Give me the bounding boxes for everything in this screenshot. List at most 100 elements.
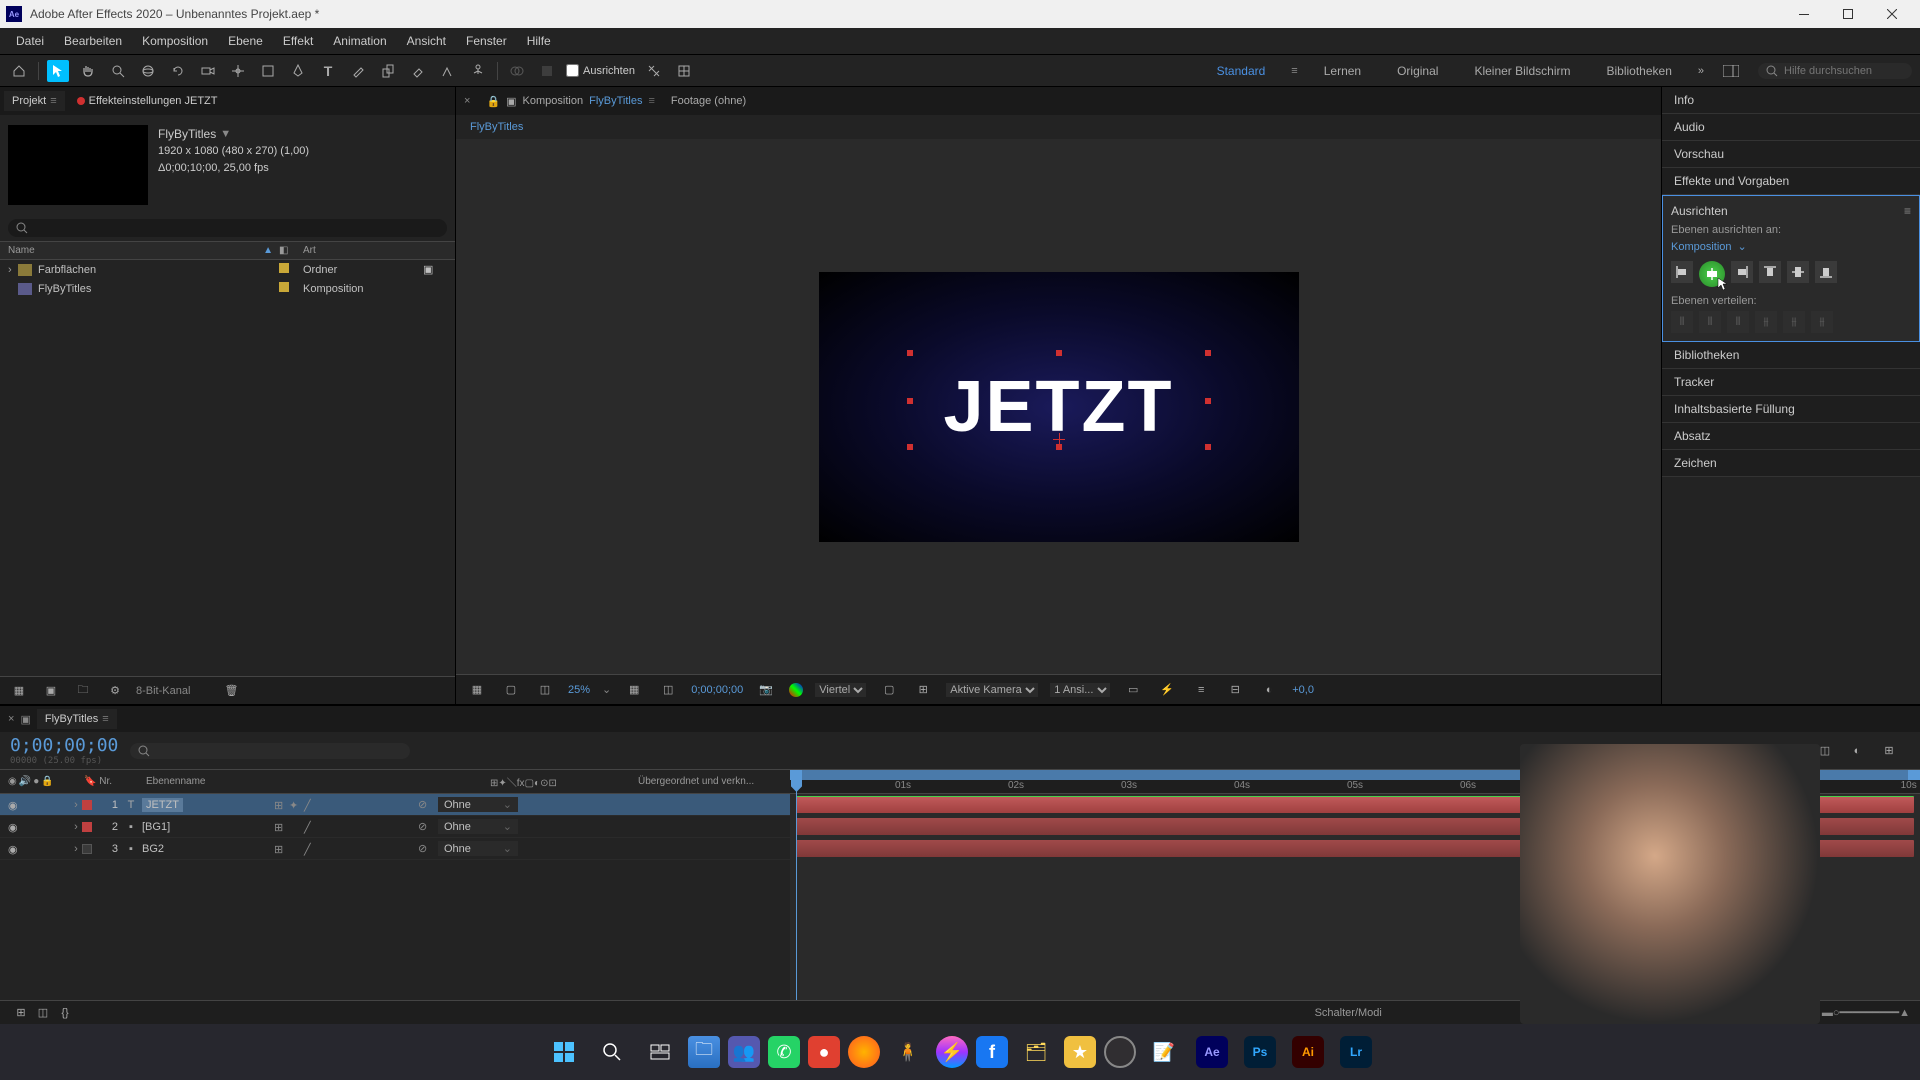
visibility-toggle-icon[interactable]: ◉	[8, 821, 20, 833]
app-icon-star[interactable]: ★	[1064, 1036, 1096, 1068]
menu-effekt[interactable]: Effekt	[273, 30, 323, 52]
switch-quality-icon[interactable]: ╱	[304, 843, 316, 855]
zoom-out-icon[interactable]: ▬	[1822, 1007, 1833, 1019]
zoom-tool-icon[interactable]	[107, 60, 129, 82]
anchor-tool-icon[interactable]	[227, 60, 249, 82]
snapshot-icon[interactable]: 📷	[755, 679, 777, 701]
anchor-point-icon[interactable]	[1053, 433, 1065, 445]
interpret-footage-icon[interactable]: ▦	[8, 680, 30, 702]
workspace-bibliotheken[interactable]: Bibliotheken	[1596, 60, 1681, 82]
timeline-icon[interactable]: ≡	[1190, 679, 1212, 701]
menu-ansicht[interactable]: Ansicht	[397, 30, 456, 52]
explorer-icon[interactable]: 🗀	[688, 1036, 720, 1068]
camera-tool-icon[interactable]	[197, 60, 219, 82]
menu-datei[interactable]: Datei	[6, 30, 54, 52]
workspace-original[interactable]: Original	[1387, 60, 1448, 82]
orbit-tool-icon[interactable]	[137, 60, 159, 82]
brush-tool-icon[interactable]	[347, 60, 369, 82]
camera-dropdown[interactable]: Aktive Kamera	[946, 683, 1038, 697]
switch-shy-icon[interactable]: ⊞	[274, 843, 286, 855]
align-center-horizontal-icon[interactable]	[1699, 261, 1725, 287]
resolution-dropdown[interactable]: Viertel	[815, 683, 866, 697]
menu-ebene[interactable]: Ebene	[218, 30, 273, 52]
graph-editor-icon[interactable]: ⊞	[1878, 740, 1900, 762]
align-left-icon[interactable]	[1671, 261, 1693, 283]
timeline-search[interactable]	[130, 743, 410, 759]
align-center-vertical-icon[interactable]	[1787, 261, 1809, 283]
parent-link-icon[interactable]: ⊘	[418, 820, 432, 833]
panel-menu-icon[interactable]: ≡	[1904, 204, 1911, 218]
resolution-grid-icon[interactable]: ▦	[623, 679, 645, 701]
fast-preview-icon[interactable]: ⚡	[1156, 679, 1178, 701]
region-icon[interactable]: ◫	[657, 679, 679, 701]
panel-audio[interactable]: Audio	[1662, 114, 1920, 141]
puppet-tool-icon[interactable]	[467, 60, 489, 82]
playhead[interactable]	[796, 770, 797, 1000]
grid-guides-icon[interactable]: ⊞	[912, 679, 934, 701]
toggle-transparent-icon[interactable]: ▢	[500, 679, 522, 701]
snap-toggle[interactable]: Ausrichten	[566, 64, 635, 77]
menu-komposition[interactable]: Komposition	[132, 30, 218, 52]
timeline-close-icon[interactable]: ×	[8, 713, 14, 725]
project-columns-header[interactable]: Name ▲ ◧ Art	[0, 241, 455, 260]
toggle-alpha-icon[interactable]: ▦	[466, 679, 488, 701]
panel-libraries[interactable]: Bibliotheken	[1662, 342, 1920, 369]
layer-name[interactable]: [BG1]	[142, 821, 170, 833]
new-comp-icon[interactable]: ▣	[40, 680, 62, 702]
workspace-layout-icon[interactable]	[1720, 60, 1742, 82]
messenger-icon[interactable]: ⚡	[936, 1036, 968, 1068]
photoshop-taskbar-icon[interactable]: Ps	[1240, 1032, 1280, 1072]
panel-preview[interactable]: Vorschau	[1662, 141, 1920, 168]
composition-canvas[interactable]: JETZT	[819, 272, 1299, 542]
workspace-kleiner[interactable]: Kleiner Bildschirm	[1464, 60, 1580, 82]
workspace-standard[interactable]: Standard	[1207, 60, 1276, 82]
workspace-menu-icon[interactable]: ≡	[1291, 65, 1297, 77]
panel-paragraph[interactable]: Absatz	[1662, 423, 1920, 450]
workspace-lernen[interactable]: Lernen	[1314, 60, 1371, 82]
selection-tool-icon[interactable]	[47, 60, 69, 82]
rectangle-tool-icon[interactable]	[257, 60, 279, 82]
layer-row[interactable]: ◉ › 2 ▪ [BG1] ⊞ ╱ ⊘ Ohne⌄	[0, 816, 790, 838]
pixel-aspect-icon[interactable]: ▭	[1122, 679, 1144, 701]
layer-expand-icon[interactable]: ›	[70, 843, 82, 855]
roi-icon[interactable]: ▢	[878, 679, 900, 701]
parent-link-icon[interactable]: ⊘	[418, 798, 432, 811]
layer-row[interactable]: ◉ › 1 T JETZT ⊞ ✦ ╱ ⊘ Ohne⌄	[0, 794, 790, 816]
menu-hilfe[interactable]: Hilfe	[517, 30, 561, 52]
pen-tool-icon[interactable]	[287, 60, 309, 82]
dropdown-caret-icon[interactable]: ▼	[220, 126, 231, 143]
panel-info[interactable]: Info	[1662, 87, 1920, 114]
switch-shy-icon[interactable]: ⊞	[274, 799, 286, 811]
toggle-switches-icon[interactable]: ⊞	[10, 1002, 32, 1024]
illustrator-taskbar-icon[interactable]: Ai	[1288, 1032, 1328, 1072]
project-settings-icon[interactable]: ⚙	[104, 680, 126, 702]
channels-icon[interactable]	[789, 683, 803, 697]
align-top-icon[interactable]	[1759, 261, 1781, 283]
align-bottom-icon[interactable]	[1815, 261, 1837, 283]
flowchart-icon[interactable]: ⊟	[1224, 679, 1246, 701]
layer-expand-icon[interactable]: ›	[70, 821, 82, 833]
workspace-overflow-icon[interactable]: »	[1698, 65, 1704, 77]
whatsapp-icon[interactable]: ✆	[768, 1036, 800, 1068]
composition-viewport[interactable]: JETZT	[456, 139, 1661, 674]
layer-label-icon[interactable]	[82, 800, 92, 810]
project-tab[interactable]: Projekt≡	[4, 91, 65, 111]
parent-dropdown[interactable]: Ohne⌄	[438, 797, 518, 812]
close-button[interactable]	[1870, 0, 1914, 28]
teams-icon[interactable]: 👥	[728, 1036, 760, 1068]
roto-tool-icon[interactable]	[437, 60, 459, 82]
project-item-comp[interactable]: FlyByTitles Komposition	[0, 279, 455, 298]
mask-mode-icon[interactable]	[506, 60, 528, 82]
color-depth-button[interactable]: 8-Bit-Kanal	[136, 685, 190, 697]
menu-animation[interactable]: Animation	[323, 30, 396, 52]
help-search-input[interactable]	[1784, 65, 1904, 77]
layer-row[interactable]: ◉ › 3 ▪ BG2 ⊞ ╱ ⊘ Ohne⌄	[0, 838, 790, 860]
switch-shy-icon[interactable]: ⊞	[274, 821, 286, 833]
layer-label-icon[interactable]	[82, 844, 92, 854]
project-item-folder[interactable]: › Farbflächen Ordner ▣	[0, 260, 455, 279]
delete-icon[interactable]: 🗑	[220, 680, 242, 702]
composition-tab[interactable]: 🔒 ▣ Komposition FlyByTitles ≡	[486, 95, 654, 108]
zoom-level[interactable]: 25%	[568, 684, 590, 696]
panel-effects-presets[interactable]: Effekte und Vorgaben	[1662, 168, 1920, 195]
switch-quality-icon[interactable]: ╱	[304, 799, 316, 811]
